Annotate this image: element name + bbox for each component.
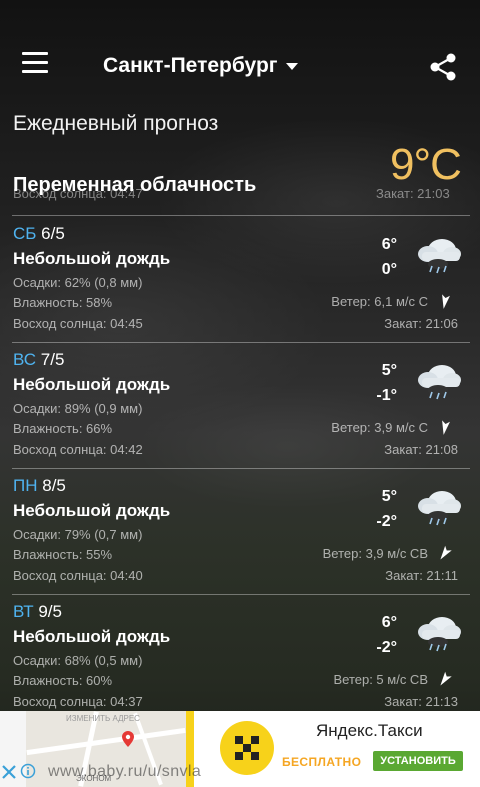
wind-direction-icon <box>440 545 452 560</box>
section-title: Ежедневный прогноз <box>13 112 219 135</box>
menu-button[interactable] <box>22 52 50 78</box>
day-sunrise: Восход солнца: 04:42 <box>13 442 143 457</box>
day-date-value: 7/5 <box>40 350 65 369</box>
day-low-temp: -1° <box>376 387 397 404</box>
day-humidity: Влажность: 66% <box>13 421 113 436</box>
day-condition: Небольшой дождь <box>13 375 171 394</box>
day-condition: Небольшой дождь <box>13 501 171 520</box>
day-wind: Ветер: 3,9 м/с СВ <box>322 546 428 561</box>
scrolled-sunset: Закат: 21:03 <box>376 186 450 201</box>
wind-direction-icon <box>440 671 452 686</box>
day-wind: Ветер: 3,9 м/с С <box>331 420 428 435</box>
wind-direction-icon <box>442 294 450 309</box>
day-date: ВС 7/5 <box>13 350 64 370</box>
day-condition: Небольшой дождь <box>13 627 171 646</box>
wind-direction-icon <box>442 420 450 435</box>
day-humidity: Влажность: 58% <box>13 295 113 310</box>
day-precipitation: Осадки: 62% (0,8 мм) <box>13 275 143 290</box>
ad-banner[interactable]: ИЗМЕНИТЬ АДРЕС ЭКОНОМ Яндекс.Такси БЕСПЛ… <box>0 711 480 787</box>
ad-brand-name: Яндекс.Такси <box>316 721 423 740</box>
dropdown-caret-icon <box>285 62 298 70</box>
day-humidity: Влажность: 55% <box>13 547 113 562</box>
day-date-value: 9/5 <box>38 602 62 621</box>
day-of-week: ВТ <box>13 602 34 621</box>
day-date-value: 8/5 <box>42 476 66 495</box>
forecast-day-row[interactable]: ВТ 9/5 Небольшой дождь Осадки: 68% (0,5 мм… <box>0 594 480 718</box>
ad-map-label: ИЗМЕНИТЬ АДРЕС <box>66 714 140 723</box>
menu-icon-bar <box>22 70 48 73</box>
taxi-checker-icon <box>235 736 259 760</box>
day-precipitation: Осадки: 68% (0,5 мм) <box>13 653 143 668</box>
rain-cloud-icon <box>418 239 461 274</box>
day-date: ПН 8/5 <box>13 476 66 496</box>
day-date: ВТ 9/5 <box>13 602 62 622</box>
day-wind: Ветер: 6,1 м/с С <box>331 294 428 309</box>
day-date: СБ 6/5 <box>13 224 65 244</box>
rain-cloud-icon <box>418 491 461 526</box>
current-temperature: 9°C <box>390 140 462 189</box>
forecast-day-row[interactable]: ПН 8/5 Небольшой дождь Осадки: 79% (0,7 мм… <box>0 468 480 592</box>
day-precipitation: Осадки: 89% (0,9 мм) <box>13 401 143 416</box>
city-name: Санкт-Петербург <box>103 54 278 77</box>
scrolled-sunrise: Восход солнца: 04:47 <box>13 186 143 201</box>
forecast-day-row[interactable]: СБ 6/5 Небольшой дождь Осадки: 62% (0,8 мм… <box>0 216 480 340</box>
day-high-temp: 5° <box>381 362 397 379</box>
day-high-temp: 5° <box>381 488 397 505</box>
day-sunset: Закат: 21:08 <box>384 442 458 457</box>
app-bar: Санкт-Петербург <box>0 0 480 110</box>
day-sunrise: Восход солнца: 04:40 <box>13 568 143 583</box>
day-low-temp: -2° <box>376 513 397 530</box>
day-high-temp: 6° <box>381 236 397 253</box>
map-pin-icon <box>122 731 134 747</box>
day-of-week: ПН <box>13 476 38 495</box>
taxi-logo <box>220 721 274 775</box>
share-icon[interactable] <box>428 52 458 82</box>
rain-cloud-icon <box>418 365 461 400</box>
day-precipitation: Осадки: 79% (0,7 мм) <box>13 527 143 542</box>
close-icon[interactable] <box>0 763 18 781</box>
watermark-text: www.baby.ru/u/snvla <box>48 763 202 780</box>
ad-free-label: БЕСПЛАТНО <box>282 755 362 769</box>
day-date-value: 6/5 <box>41 224 65 243</box>
day-low-temp: -2° <box>376 639 397 656</box>
day-condition: Небольшой дождь <box>13 249 171 268</box>
install-button[interactable]: УСТАНОВИТЬ <box>373 751 463 771</box>
day-sunset: Закат: 21:11 <box>385 568 458 583</box>
day-sunset: Закат: 21:06 <box>384 316 458 331</box>
day-sunrise: Восход солнца: 04:45 <box>13 316 143 331</box>
day-humidity: Влажность: 60% <box>13 673 113 688</box>
forecast-day-row[interactable]: ВС 7/5 Небольшой дождь Осадки: 89% (0,9 мм… <box>0 342 480 466</box>
menu-icon-bar <box>22 52 48 55</box>
city-selector[interactable]: Санкт-Петербург <box>103 54 298 78</box>
day-of-week: ВС <box>13 350 37 369</box>
menu-icon-bar <box>22 61 48 64</box>
day-wind: Ветер: 5 м/с СВ <box>333 672 428 687</box>
day-of-week: СБ <box>13 224 37 243</box>
day-high-temp: 6° <box>381 614 397 631</box>
day-sunrise: Восход солнца: 04:37 <box>13 694 143 709</box>
info-icon[interactable] <box>20 763 36 779</box>
rain-cloud-icon <box>418 617 461 652</box>
day-sunset: Закат: 21:13 <box>384 694 458 709</box>
day-low-temp: 0° <box>381 261 397 278</box>
